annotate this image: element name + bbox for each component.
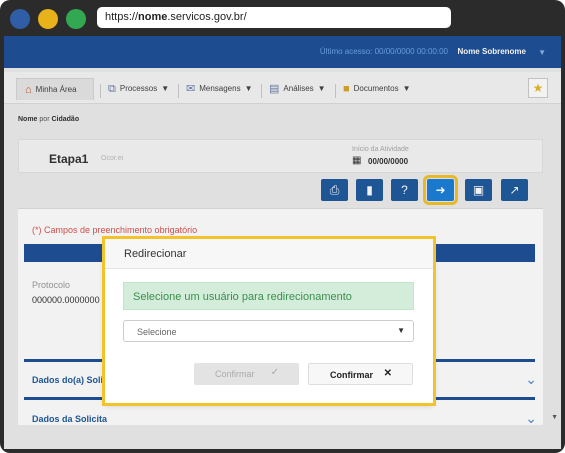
browser-frame: https://nome.servicos.gov.br/ Último ace… xyxy=(0,0,565,453)
select-placeholder: Selecione xyxy=(137,327,177,337)
window-dot-yellow[interactable] xyxy=(38,9,58,29)
url-suffix: .servicos.gov.br/ xyxy=(167,11,247,23)
url-bar[interactable]: https://nome.servicos.gov.br/ xyxy=(97,7,451,28)
url-domain: nome xyxy=(138,11,168,23)
page-footer xyxy=(4,425,561,449)
modal-header: Redirecionar xyxy=(105,239,433,269)
user-select[interactable]: Selecione ▼ xyxy=(123,320,414,342)
button-label: Confirmar xyxy=(330,370,374,380)
caret-down-icon: ▼ xyxy=(397,326,405,335)
confirm-disabled-button[interactable]: Confirmar ✓ xyxy=(194,363,299,385)
confirm-button[interactable]: Confirmar ✕ xyxy=(308,363,413,385)
page-viewport: Último acesso: 00/00/0000 00:00:00 Nome … xyxy=(4,36,561,449)
button-label: Confirmar xyxy=(215,369,255,379)
window-dot-blue[interactable] xyxy=(10,9,30,29)
scroll-down-arrow-icon[interactable]: ▼ xyxy=(551,414,558,421)
check-icon: ✓ xyxy=(270,367,279,378)
modal-title: Redirecionar xyxy=(124,248,187,260)
redirect-modal: Redirecionar Selecione um usuário para r… xyxy=(102,236,436,406)
url-prefix: https:// xyxy=(105,11,139,23)
alert-text: Selecione um usuário para redirecionamen… xyxy=(133,291,352,303)
close-icon: ✕ xyxy=(383,368,392,379)
window-dot-green[interactable] xyxy=(66,9,86,29)
info-alert: Selecione um usuário para redirecionamen… xyxy=(123,282,414,310)
